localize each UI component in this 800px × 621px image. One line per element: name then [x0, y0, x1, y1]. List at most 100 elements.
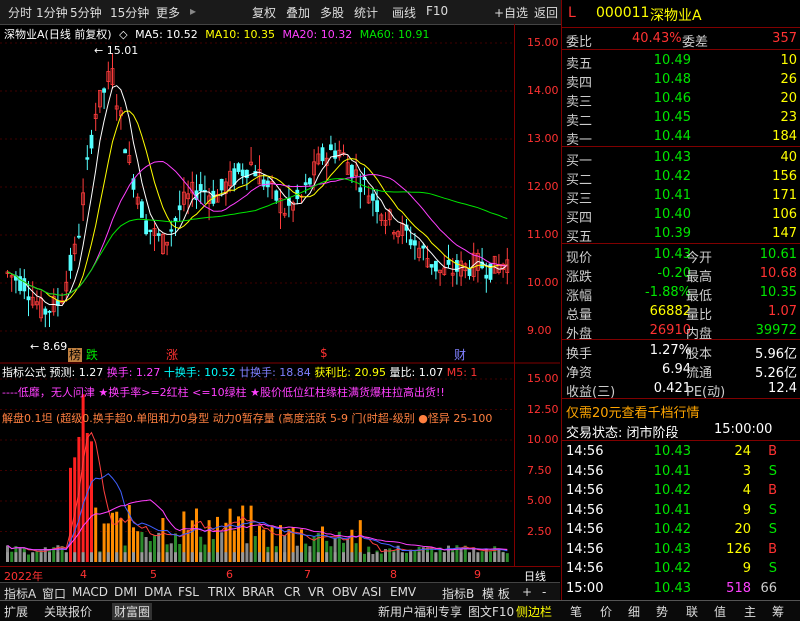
volume-bar — [497, 549, 501, 562]
tab-emv[interactable]: EMV — [390, 585, 416, 599]
ma10-label: MA10: 10.35 — [205, 28, 276, 41]
kline-chart[interactable]: 深物业A(日线 前复权) ◇ MA5: 10.52 MA10: 10.35 MA… — [0, 24, 560, 364]
price-tick: 12.00 — [527, 180, 559, 193]
indicator-note-1: ----低靡，无人问津 ★换手率>=2红柱 <=10绿柱 ★股价低位红柱缘柱满货… — [2, 386, 445, 399]
footer-related-quotes[interactable]: 关联报价 — [44, 603, 92, 620]
tab-obv[interactable]: OBV — [332, 585, 358, 599]
candle — [484, 262, 489, 293]
footer-f10[interactable]: 图文F10 — [468, 603, 514, 620]
tab-5min[interactable]: 5分钟 — [70, 4, 102, 21]
tab-15min[interactable]: 15分钟 — [110, 4, 149, 21]
candle — [370, 189, 375, 217]
more-button[interactable]: 更多 — [156, 4, 180, 21]
tick-time: 14:56 — [566, 483, 604, 498]
buy-price: 10.43 — [653, 150, 691, 165]
tick-direction: B — [768, 541, 777, 557]
price-tick: 10.00 — [527, 276, 559, 289]
candle — [202, 175, 207, 204]
marker-rank[interactable]: 榜 — [68, 348, 83, 362]
footer-tab-trend[interactable]: 势 — [656, 603, 668, 620]
multi-stock-button[interactable]: 多股 — [320, 4, 344, 21]
indicator-chart[interactable]: 指标公式 预测: 1.27 换手: 1.27 十换手: 10.52 廿换手: 1… — [0, 364, 560, 566]
sell-price: 10.45 — [653, 110, 691, 125]
volume-bar — [295, 545, 299, 562]
volume-bar — [253, 536, 257, 562]
f10-button[interactable]: F10 — [426, 4, 448, 18]
footer-extend[interactable]: 扩展 — [4, 603, 28, 620]
low-annotation: ← 8.69 — [30, 340, 68, 353]
volume-bar — [94, 507, 98, 562]
volume-bar — [379, 553, 383, 562]
marker-up[interactable]: 涨 — [166, 346, 178, 363]
adjust-button[interactable]: 复权 — [252, 4, 276, 21]
candle — [417, 241, 422, 262]
volume-bar — [325, 540, 329, 562]
settings-icon[interactable]: ◇ — [119, 28, 127, 41]
tab-intraday[interactable]: 分时 — [8, 4, 32, 21]
tab-trix[interactable]: TRIX — [208, 585, 235, 599]
ma5-label: MA5: 10.52 — [135, 28, 198, 41]
tab-1min[interactable]: 1分钟 — [36, 4, 68, 21]
stat-row: 现价 10.43 今开 10.61 — [562, 246, 800, 266]
marker-finance[interactable]: 财 — [454, 346, 466, 363]
tab-macd[interactable]: MACD — [72, 585, 108, 599]
sell-label: 卖三 — [566, 95, 593, 110]
tab-cr[interactable]: CR — [284, 585, 301, 599]
tab-brar[interactable]: BRAR — [242, 585, 275, 599]
promo-row[interactable]: 仅需20元查看千档行情 — [562, 401, 800, 421]
footer-sidebar[interactable]: 侧边栏 — [516, 603, 552, 620]
pred-label: 预测: 1.27 — [49, 366, 104, 379]
volume-bar — [85, 433, 89, 562]
time-axis: 2022年 4 5 6 7 8 9 日线 — [0, 566, 560, 583]
zoom-out-button[interactable]: - — [542, 585, 546, 599]
footer-tab-value[interactable]: 值 — [714, 603, 726, 620]
zoom-in-button[interactable]: + — [522, 585, 532, 599]
ma-line-10 — [7, 110, 508, 303]
overlay-button[interactable]: 叠加 — [286, 4, 310, 21]
tick-volume: 4 — [742, 483, 751, 498]
volume-bar — [363, 553, 366, 562]
sell-volume: 20 — [780, 91, 797, 106]
candle — [43, 306, 48, 328]
marker-dollar[interactable]: $ — [320, 346, 328, 360]
indicator-tick: 7.50 — [527, 463, 552, 477]
sell-volume: 184 — [772, 129, 797, 144]
volume-bar — [283, 535, 287, 562]
volume-bar — [90, 441, 93, 562]
footer-new-user[interactable]: 新用户福利专享 — [378, 603, 462, 620]
tab-asi[interactable]: ASI — [362, 585, 381, 599]
add-favorite-button[interactable]: +自选 — [494, 4, 528, 21]
footer-tab-link[interactable]: 联 — [686, 603, 698, 620]
draw-button[interactable]: 画线 — [392, 4, 416, 21]
candle — [412, 232, 417, 260]
tick-price: 10.41 — [653, 463, 691, 479]
promo-text[interactable]: 仅需20元查看千档行情 — [566, 402, 700, 421]
stat-value: 10.35 — [759, 285, 797, 300]
order-diff-value: 357 — [772, 31, 797, 46]
volume-bar — [480, 551, 484, 562]
footer-tab-main[interactable]: 主 — [744, 603, 756, 620]
back-button[interactable]: 返回 — [534, 4, 558, 21]
candle — [446, 244, 451, 269]
stats-button[interactable]: 统计 — [354, 4, 378, 21]
footer-tab-detail[interactable]: 细 — [628, 603, 640, 620]
indicator-name[interactable]: 指标公式 — [2, 366, 46, 379]
footer-tab-price[interactable]: 价 — [600, 603, 612, 620]
tab-fsl[interactable]: FSL — [178, 585, 199, 599]
volume-bar — [232, 530, 236, 562]
stat-label: 量比 — [686, 308, 713, 323]
footer-wealth-circle[interactable]: 财富圈 — [112, 603, 153, 620]
footer-tab-trades[interactable]: 笔 — [570, 603, 582, 620]
footer-tab-chips[interactable]: 筹 — [772, 603, 784, 620]
candle — [148, 229, 153, 245]
tab-vr[interactable]: VR — [308, 585, 325, 599]
candle — [156, 229, 161, 242]
tab-dmi[interactable]: DMI — [114, 585, 137, 599]
candle — [194, 174, 199, 209]
candle — [240, 163, 245, 185]
marker-down[interactable]: 跌 — [86, 348, 98, 362]
candle — [400, 215, 405, 245]
tab-dma[interactable]: DMA — [144, 585, 172, 599]
candle — [471, 242, 476, 281]
sell-row: 卖一 10.44 184 — [562, 128, 800, 148]
